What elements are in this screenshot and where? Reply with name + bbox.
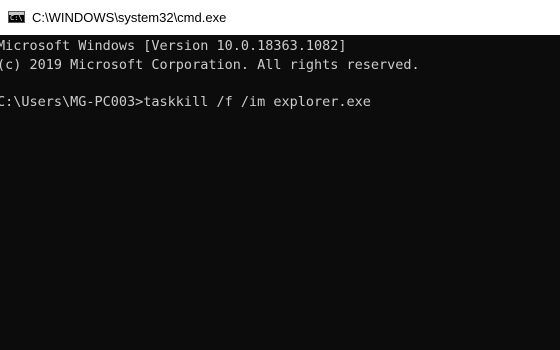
window-title: C:\WINDOWS\system32\cmd.exe — [32, 10, 227, 25]
console-line-command: C:\Users\MG-PC003>taskkill /f /im explor… — [0, 94, 371, 110]
cmd-window: C:\ C:\WINDOWS\system32\cmd.exe Microsof… — [0, 0, 560, 350]
console-line-copyright: (c) 2019 Microsoft Corporation. All righ… — [0, 57, 420, 73]
cmd-icon: C:\ — [8, 11, 25, 23]
cmd-icon-prompt-glyph: C:\ — [10, 14, 23, 22]
console-line-version: Microsoft Windows [Version 10.0.18363.10… — [0, 38, 347, 54]
title-bar[interactable]: C:\ C:\WINDOWS\system32\cmd.exe — [0, 0, 560, 35]
console-output[interactable]: Microsoft Windows [Version 10.0.18363.10… — [0, 35, 560, 350]
